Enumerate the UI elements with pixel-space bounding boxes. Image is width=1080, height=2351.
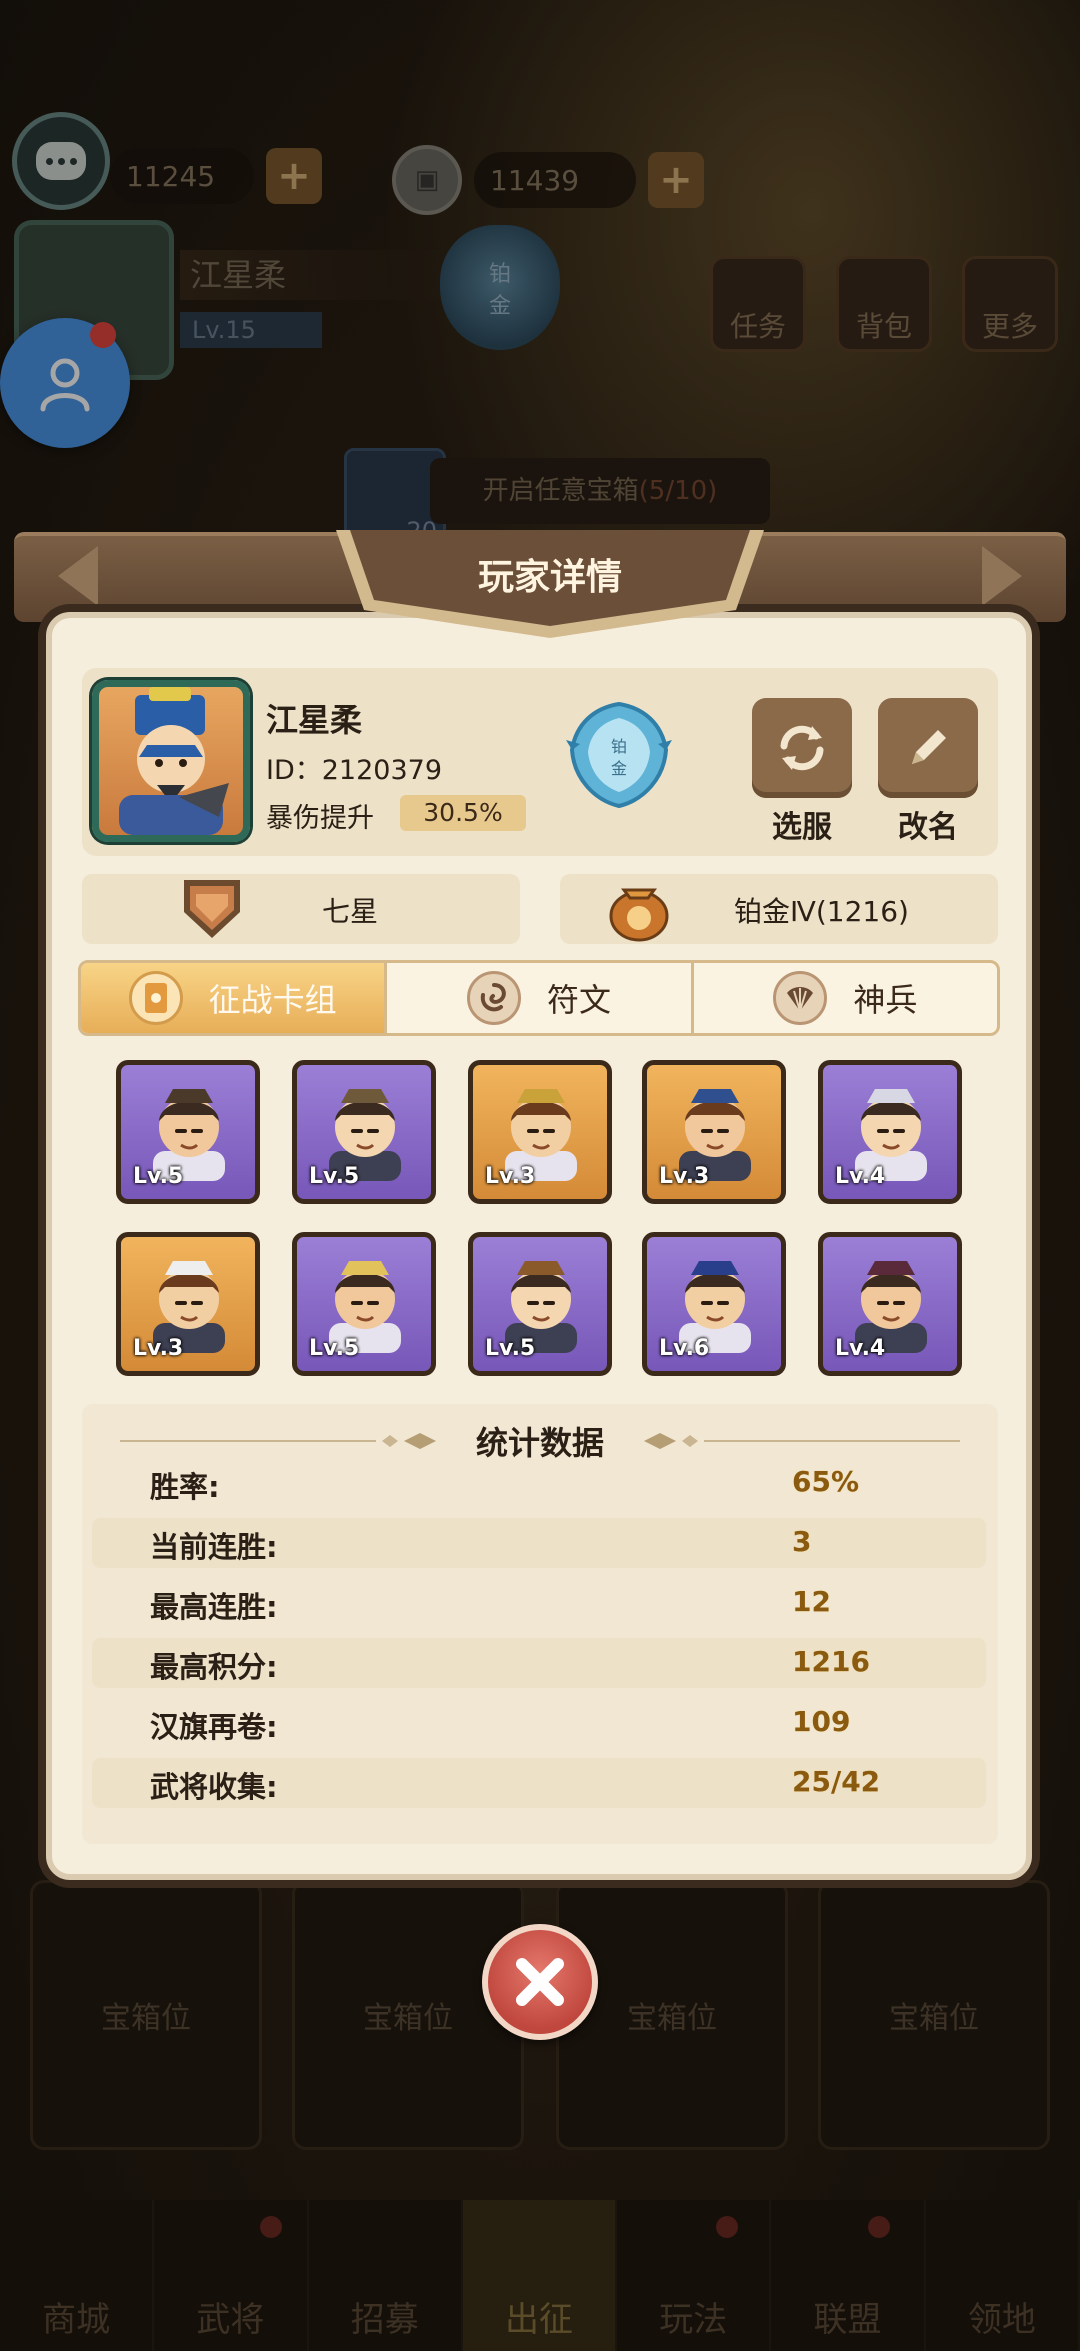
close-button[interactable] xyxy=(482,1924,598,2040)
deck-card[interactable]: Lv.5 xyxy=(292,1060,436,1204)
deck-card[interactable]: Lv.3 xyxy=(468,1060,612,1204)
deck-card-icon xyxy=(128,971,183,1025)
detail-tabs: 征战卡组 符文 神兵 xyxy=(78,960,1000,1036)
close-icon xyxy=(516,1958,564,2006)
tab-weapons[interactable]: 神兵 xyxy=(694,963,997,1033)
stat-value: 65% xyxy=(792,1465,860,1498)
stat-row: 最高连胜: 12 xyxy=(92,1578,986,1628)
rank-pouch-icon xyxy=(609,888,669,942)
star-tier-label: 七星 xyxy=(322,895,379,928)
stat-label: 最高连胜: xyxy=(150,1590,278,1624)
banner-left-arrow-icon xyxy=(58,546,98,606)
rename-button[interactable] xyxy=(878,698,978,798)
stats-header: 统计数据 xyxy=(120,1418,960,1462)
avatar-portrait xyxy=(119,687,229,835)
deck-card-level: Lv.5 xyxy=(309,1164,360,1189)
stat-row: 胜率: 65% xyxy=(92,1458,986,1508)
deck-card[interactable]: Lv.6 xyxy=(642,1232,786,1376)
deck-card-level: Lv.5 xyxy=(133,1164,184,1189)
player-id: ID：2120379 xyxy=(266,755,443,786)
stat-label: 武将收集: xyxy=(150,1770,278,1804)
tab-deck-label: 征战卡组 xyxy=(208,981,337,1019)
stat-value: 1216 xyxy=(792,1645,870,1678)
deck-card[interactable]: Lv.5 xyxy=(116,1060,260,1204)
stat-row: 最高积分: 1216 xyxy=(92,1638,986,1688)
crit-boost-value: 30.5% xyxy=(400,795,526,831)
select-server-label: 选服 xyxy=(772,810,832,845)
deck-card[interactable]: Lv.5 xyxy=(292,1232,436,1376)
refresh-icon xyxy=(780,725,824,771)
crit-boost-label: 暴伤提升 xyxy=(266,803,374,834)
player-avatar xyxy=(92,680,250,842)
stat-row: 汉旗再卷: 109 xyxy=(92,1698,986,1748)
stat-value: 12 xyxy=(792,1585,831,1618)
stats-ornament-left-icon xyxy=(120,1433,436,1449)
select-server-button[interactable] xyxy=(752,698,852,798)
stat-label: 当前连胜: xyxy=(150,1530,278,1564)
banner-right-arrow-icon xyxy=(982,546,1022,606)
deck-card[interactable]: Lv.4 xyxy=(818,1060,962,1204)
tab-deck[interactable]: 征战卡组 xyxy=(81,963,388,1033)
star-tier-shield-icon xyxy=(184,880,240,938)
weapon-shell-icon xyxy=(773,971,828,1025)
tab-runes-label: 符文 xyxy=(546,981,611,1019)
stats-ornament-right-icon xyxy=(644,1433,960,1449)
rune-swirl-icon xyxy=(466,971,521,1025)
deck-card-level: Lv.4 xyxy=(835,1164,886,1189)
deck-card-level: Lv.5 xyxy=(309,1336,360,1361)
stat-row: 当前连胜: 3 xyxy=(92,1518,986,1568)
stat-value: 3 xyxy=(792,1525,812,1558)
deck-card[interactable]: Lv.5 xyxy=(468,1232,612,1376)
deck-card[interactable]: Lv.4 xyxy=(818,1232,962,1376)
deck-card[interactable]: Lv.3 xyxy=(116,1232,260,1376)
deck-card-level: Lv.6 xyxy=(659,1336,710,1361)
stat-label: 胜率: xyxy=(150,1470,220,1504)
pencil-icon xyxy=(912,730,946,764)
star-tier-box xyxy=(82,874,520,944)
stat-label: 汉旗再卷: xyxy=(150,1710,278,1744)
stat-value: 25/42 xyxy=(792,1765,881,1798)
modal-title: 玩家详情 xyxy=(477,557,622,598)
rank-char-1: 铂 xyxy=(611,737,627,756)
platinum-rank-icon: 铂 金 xyxy=(566,701,672,809)
tab-runes[interactable]: 符文 xyxy=(387,963,694,1033)
stat-row: 武将收集: 25/42 xyxy=(92,1758,986,1808)
rank-char-2: 金 xyxy=(611,759,627,778)
stat-value: 109 xyxy=(792,1705,851,1738)
tab-weapons-label: 神兵 xyxy=(853,981,918,1019)
deck-card-level: Lv.3 xyxy=(659,1164,710,1189)
stats-title: 统计数据 xyxy=(475,1424,604,1462)
deck-card-level: Lv.3 xyxy=(133,1336,184,1361)
rank-tier-label: 铂金Ⅳ(1216) xyxy=(734,895,909,928)
deck-card-level: Lv.5 xyxy=(485,1336,536,1361)
deck-card-level: Lv.4 xyxy=(835,1336,886,1361)
deck-card-level: Lv.3 xyxy=(485,1164,536,1189)
stat-label: 最高积分: xyxy=(150,1650,278,1684)
deck-card[interactable]: Lv.3 xyxy=(642,1060,786,1204)
player-name: 江星柔 xyxy=(266,701,363,739)
rename-label: 改名 xyxy=(898,810,958,845)
